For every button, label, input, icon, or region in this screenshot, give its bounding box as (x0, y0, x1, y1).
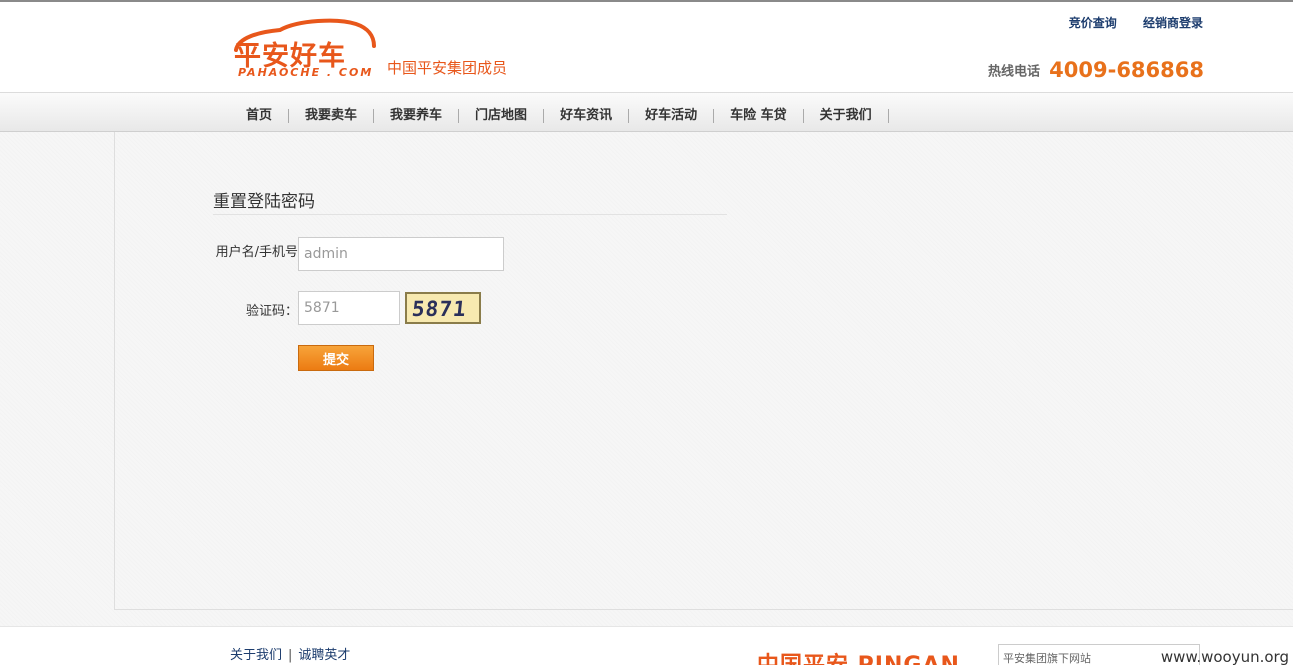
logo-text-en: PAHAOCHE . COM (238, 66, 374, 79)
header: 平安好车 PAHAOCHE . COM 中国平安集团成员 竞价查询 经销商登录 … (0, 2, 1293, 92)
nav-car-care[interactable]: 我要养车 (374, 104, 458, 123)
captcha-label: 验证码： (245, 304, 298, 319)
nav-events[interactable]: 好车活动 (629, 104, 713, 123)
site-logo[interactable]: 平安好车 PAHAOCHE . COM (228, 16, 378, 82)
main-nav: 首页 我要卖车 我要养车 门店地图 好车资讯 好车活动 车险 车贷 关于我们 (0, 92, 1293, 132)
top-links: 竞价查询 经销商登录 (1047, 14, 1203, 31)
footer: 关于我们|诚聘英才 中国平安 PINGAN 平安集团旗下网站 www.wooyu… (0, 626, 1293, 665)
footer-about-link[interactable]: 关于我们 (230, 648, 282, 663)
captcha-text: 5871 (410, 297, 468, 321)
username-label: 用户名/手机号 (215, 245, 298, 260)
submit-button[interactable]: 提交 (298, 345, 374, 371)
nav-news[interactable]: 好车资讯 (544, 104, 628, 123)
nav-insurance-loan[interactable]: 车险 车贷 (714, 104, 803, 123)
hotline-number: 4009-686868 (1049, 58, 1204, 82)
auction-query-link[interactable]: 竞价查询 (1069, 16, 1117, 30)
nav-sell-car[interactable]: 我要卖车 (289, 104, 373, 123)
nav-store-map[interactable]: 门店地图 (459, 104, 543, 123)
hotline-label: 热线电话 (988, 64, 1041, 80)
title-divider (213, 214, 727, 215)
pingan-logo[interactable]: 中国平安 PINGAN (757, 647, 960, 665)
footer-separator: | (288, 648, 293, 663)
nav-home[interactable]: 首页 (230, 104, 288, 123)
nav-divider (887, 109, 889, 123)
watermark: www.wooyun.org (1160, 648, 1289, 665)
nav-about[interactable]: 关于我们 (804, 104, 888, 123)
dealer-login-link[interactable]: 经销商登录 (1143, 16, 1203, 30)
footer-careers-link[interactable]: 诚聘英才 (298, 648, 350, 663)
captcha-image[interactable]: 5871 (405, 292, 481, 324)
footer-links: 关于我们 | 诚聘英才 (230, 644, 350, 663)
hotline: 热线电话 4009-686868 (988, 58, 1204, 82)
page-title: 重置登陆密码 (213, 192, 315, 212)
slogan: 中国平安集团成员 (387, 59, 508, 77)
username-input[interactable] (298, 237, 504, 271)
captcha-input[interactable] (298, 291, 400, 325)
